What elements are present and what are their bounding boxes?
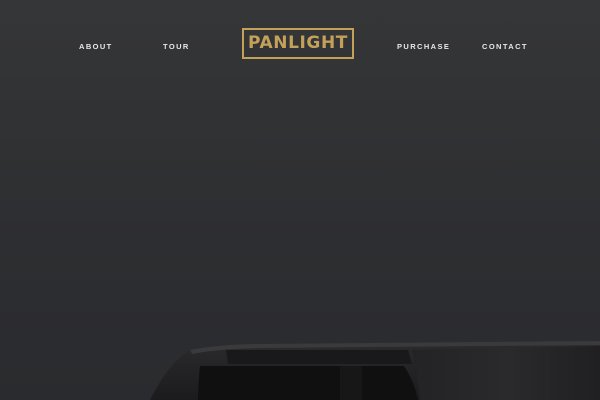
device-side <box>412 346 600 400</box>
panlight-logo[interactable]: PANLIGHT <box>242 28 354 59</box>
device-top-panel <box>226 350 412 364</box>
nav-link-purchase[interactable]: PURCHASE <box>397 42 450 51</box>
device-rim <box>190 341 600 354</box>
page: ABOUT TOUR PANLIGHT PURCHASE CONTACT <box>0 0 600 400</box>
logo-text: PANLIGHT <box>247 33 349 53</box>
nav-link-contact[interactable]: CONTACT <box>482 42 528 51</box>
device-slot <box>340 366 362 400</box>
top-navigation: ABOUT TOUR PANLIGHT PURCHASE CONTACT <box>0 0 600 90</box>
device-body <box>150 342 600 400</box>
nav-link-about[interactable]: ABOUT <box>79 42 113 51</box>
device-front-face <box>198 366 418 400</box>
nav-link-tour[interactable]: TOUR <box>163 42 190 51</box>
